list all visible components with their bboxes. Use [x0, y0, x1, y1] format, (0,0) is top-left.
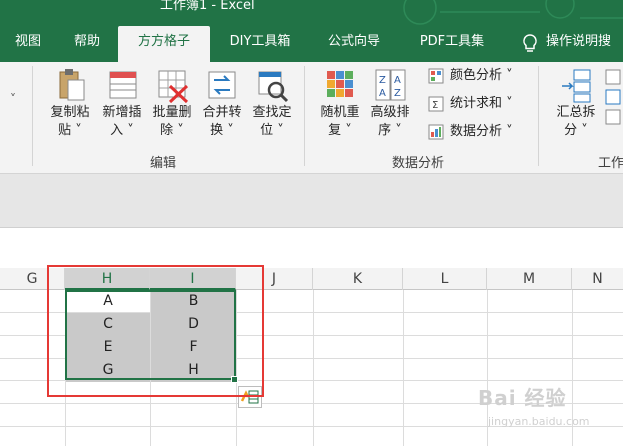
- merge-convert-button[interactable]: 合并转 换 ˅: [196, 66, 248, 140]
- random-repeat-label-1: 随机重: [320, 105, 360, 120]
- group-separator: [32, 66, 33, 166]
- column-header-m[interactable]: M: [487, 268, 572, 290]
- batch-delete-label-2: 除 ˅: [160, 123, 184, 138]
- lightbulb-icon: [523, 34, 537, 52]
- copy-paste-label-2: 贴 ˅: [58, 123, 82, 138]
- fill-handle[interactable]: [231, 376, 238, 383]
- random-repeat-button[interactable]: 随机重 复 ˅: [314, 66, 366, 140]
- batch-delete-button[interactable]: 批量删 除 ˅: [146, 66, 198, 140]
- tab-pdf-tools[interactable]: PDF工具集: [400, 26, 504, 62]
- random-blocks-icon: [327, 71, 353, 97]
- svg-text:A: A: [394, 75, 401, 86]
- copy-paste-label-1: 复制粘: [50, 105, 90, 120]
- advanced-sort-label-2: 序 ˅: [378, 123, 402, 138]
- summary-split-icon: [562, 69, 591, 103]
- column-header-l[interactable]: L: [403, 268, 487, 290]
- merge-arrows-icon: [208, 71, 236, 99]
- column-header-g[interactable]: G: [0, 268, 65, 290]
- tab-formula-wizard[interactable]: 公式向导: [308, 26, 400, 62]
- watermark-logo: Bai 经验: [478, 386, 567, 410]
- color-grid-icon: [428, 68, 444, 84]
- find-locate-label-2: 位 ˅: [260, 123, 284, 138]
- advanced-sort-label-1: 高级排: [370, 105, 410, 120]
- insert-button[interactable]: 新增插 入 ˅: [96, 66, 148, 140]
- analysis-icon: [428, 124, 444, 140]
- column-header-k[interactable]: K: [313, 268, 403, 290]
- work-tool-button[interactable]: [604, 66, 623, 140]
- title-bar: 工作簿1 - Excel: [0, 0, 623, 26]
- quick-analysis-icon: [240, 390, 259, 404]
- svg-text:Z: Z: [394, 88, 401, 99]
- summary-split-label-2: 分 ˅: [564, 123, 588, 138]
- clipboard-icon: [59, 69, 85, 101]
- data-analysis-label: 数据分析 ˅: [450, 124, 513, 139]
- group-separator: [304, 66, 305, 166]
- watermark-url: jingyan.baidu.com: [488, 415, 590, 428]
- cell-h3[interactable]: E: [66, 336, 150, 359]
- group-label-edit: 编辑: [150, 156, 177, 171]
- group-separator: [538, 66, 539, 166]
- tab-diy-toolbox[interactable]: DIY工具箱: [212, 26, 308, 62]
- delete-grid-icon: [158, 70, 189, 104]
- group-label-work: 工作: [598, 156, 623, 171]
- batch-delete-label-1: 批量删: [152, 105, 192, 120]
- tab-help[interactable]: 帮助: [56, 26, 118, 62]
- window-title: 工作簿1 - Excel: [160, 0, 255, 13]
- stat-sum-label: 统计求和 ˅: [450, 96, 513, 111]
- color-analysis-label: 颜色分析 ˅: [450, 68, 513, 83]
- column-header-j[interactable]: J: [236, 268, 313, 290]
- cell-i4[interactable]: H: [151, 359, 236, 382]
- summary-split-label-1: 汇总拆: [556, 105, 596, 120]
- cell-i1[interactable]: B: [151, 290, 236, 313]
- formula-bar-gap: [0, 228, 623, 268]
- chevron-down-icon[interactable]: ˅: [10, 92, 16, 106]
- cell-h2[interactable]: C: [66, 313, 150, 336]
- tab-view[interactable]: 视图: [0, 26, 56, 62]
- find-locate-button[interactable]: 查找定 位 ˅: [246, 66, 298, 140]
- sort-az-icon: Z A A Z: [375, 69, 406, 101]
- tell-me-search[interactable]: 操作说明搜: [546, 26, 623, 62]
- column-header-h[interactable]: H: [65, 268, 150, 290]
- merge-convert-label-1: 合并转: [202, 105, 242, 120]
- cell-i3[interactable]: F: [151, 336, 236, 359]
- column-header-row: G H I J K L M N: [0, 268, 623, 290]
- insert-label-2: 入 ˅: [110, 123, 134, 138]
- svg-text:A: A: [379, 88, 386, 99]
- quick-analysis-button[interactable]: [238, 386, 262, 408]
- column-header-n[interactable]: N: [572, 268, 623, 290]
- work-tools-icon: [605, 69, 621, 125]
- group-label-data-analysis: 数据分析: [392, 156, 445, 171]
- advanced-sort-button[interactable]: Z A A Z 高级排 序 ˅: [364, 66, 416, 140]
- merge-convert-label-2: 换 ˅: [210, 123, 234, 138]
- insert-label-1: 新增插: [102, 105, 142, 120]
- insert-rows-icon: [109, 71, 137, 99]
- copy-paste-button[interactable]: 复制粘 贴 ˅: [44, 66, 96, 140]
- cell-i2[interactable]: D: [151, 313, 236, 336]
- ribbon-tab-bar: 视图 帮助 方方格子 DIY工具箱 公式向导 PDF工具集 操作说明搜: [0, 26, 623, 62]
- tab-fangfang[interactable]: 方方格子: [118, 26, 210, 62]
- title-bar-pattern: [403, 0, 623, 25]
- sum-icon: Σ: [428, 96, 444, 112]
- cell-h4[interactable]: G: [66, 359, 150, 382]
- cell-h1[interactable]: A: [66, 290, 150, 313]
- formula-bar-area: [0, 174, 623, 228]
- svg-text:Z: Z: [379, 75, 386, 86]
- ribbon-panel: ˅ 复制粘 贴 ˅ 新增插 入 ˅ 批量删 除 ˅ 合并转 换 ˅ 查找定 位 …: [0, 62, 623, 174]
- find-locate-label-1: 查找定: [252, 105, 292, 120]
- summary-split-button[interactable]: 汇总拆 分 ˅: [550, 66, 602, 140]
- magnifier-icon: [258, 71, 289, 103]
- random-repeat-label-2: 复 ˅: [328, 123, 352, 138]
- svg-text:Σ: Σ: [432, 100, 438, 111]
- column-header-i[interactable]: I: [150, 268, 236, 290]
